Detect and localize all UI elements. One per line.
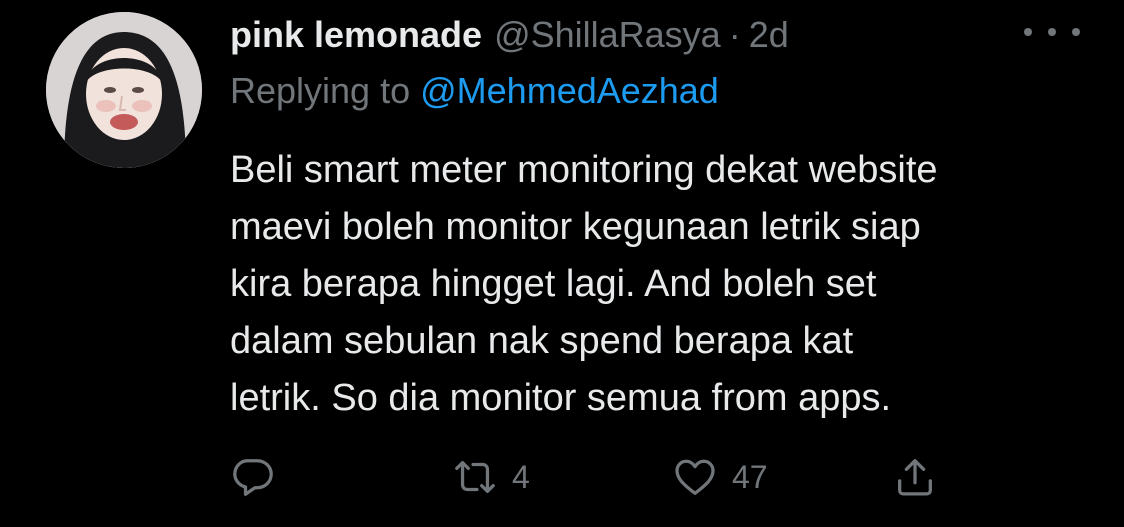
tweet-text-line: Beli smart meter monitoring dekat websit… — [230, 149, 938, 191]
retweet-button[interactable]: 4 — [452, 452, 530, 502]
tweet-text-line: letrik. So dia monitor semua from apps. — [230, 377, 892, 419]
tweet[interactable]: pink lemonade @ShillaRasya · 2d Replying… — [0, 0, 1124, 527]
reply-button[interactable] — [230, 452, 276, 502]
share-icon — [898, 459, 932, 496]
like-count: 47 — [732, 458, 768, 495]
tweet-header: pink lemonade @ShillaRasya · 2d — [230, 12, 789, 58]
tweet-text-line: dalam sebulan nak spend berapa kat — [230, 320, 854, 362]
timestamp[interactable]: 2d — [749, 14, 789, 56]
display-name[interactable]: pink lemonade — [230, 14, 482, 56]
replying-to-mention[interactable]: @MehmedAezhad — [420, 70, 719, 111]
more-dot — [1072, 28, 1080, 36]
more-dot — [1024, 28, 1032, 36]
more-options-icon[interactable] — [1024, 18, 1080, 46]
retweet-count: 4 — [512, 458, 530, 495]
avatar[interactable] — [46, 12, 202, 168]
tweet-text-line: kira berapa hingget lagi. And boleh set — [230, 263, 877, 305]
separator-dot: · — [728, 14, 741, 55]
reply-icon — [233, 459, 273, 496]
like-button[interactable]: 47 — [672, 452, 768, 502]
user-handle[interactable]: @ShillaRasya — [494, 14, 721, 56]
tweet-text-line: maevi boleh monitor kegunaan letrik siap — [230, 206, 921, 248]
heart-icon — [675, 459, 715, 495]
tweet-text: Beli smart meter monitoring dekat websit… — [230, 142, 1110, 427]
more-dot — [1048, 28, 1056, 36]
replying-to: Replying to @MehmedAezhad — [230, 70, 719, 112]
avatar-image — [46, 12, 202, 168]
replying-to-label: Replying to — [230, 70, 411, 111]
action-bar: 4 47 — [0, 452, 1124, 502]
share-button[interactable] — [892, 452, 938, 502]
retweet-icon — [455, 460, 495, 494]
